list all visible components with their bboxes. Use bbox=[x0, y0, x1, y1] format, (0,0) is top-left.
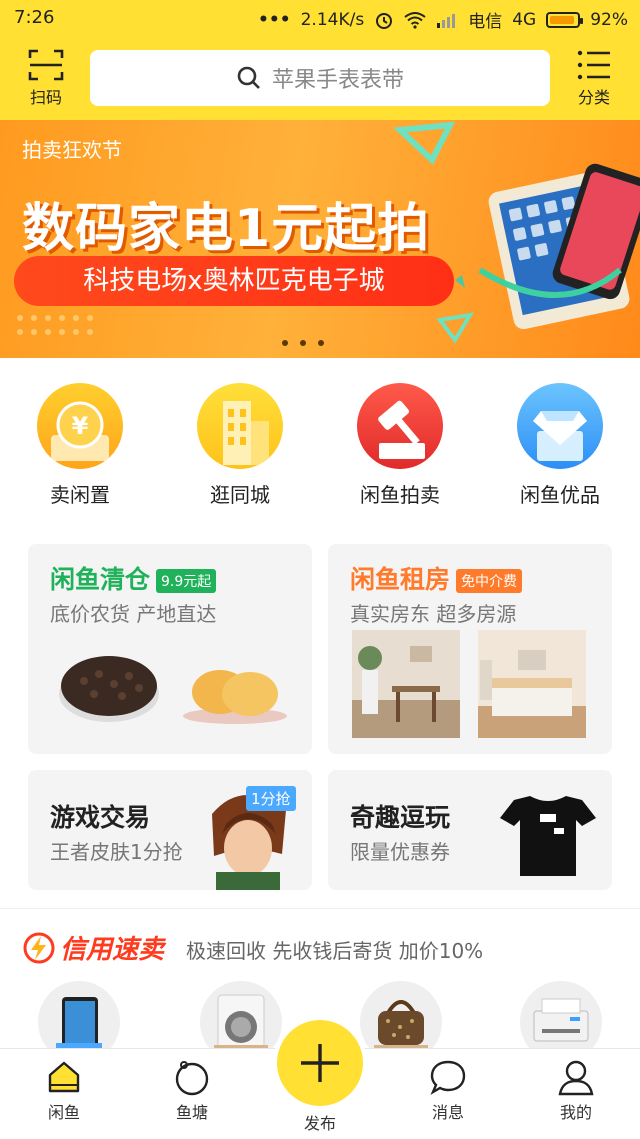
signal-icon bbox=[437, 13, 456, 28]
card-title-text: 闲鱼清仓 bbox=[50, 565, 151, 594]
category-label: 分类 bbox=[577, 88, 610, 107]
promo-banner[interactable]: 拍卖狂欢节 数码家电1元起拍 科技电场x奥林匹克电子城 bbox=[0, 120, 640, 358]
tshirt-image bbox=[500, 796, 596, 876]
banner-subtitle: 拍卖狂欢节 bbox=[22, 138, 122, 162]
network-speed: 2.14K/s bbox=[300, 9, 365, 30]
category-button[interactable]: 分类 bbox=[564, 44, 624, 108]
battery-icon bbox=[546, 11, 584, 28]
plus-icon bbox=[301, 1044, 339, 1082]
card-title-text: 闲鱼租房 bbox=[350, 565, 451, 594]
card-fun[interactable]: 奇趣逗玩 限量优惠券 bbox=[328, 770, 612, 890]
scan-label: 扫码 bbox=[29, 88, 62, 107]
lightning-icon bbox=[23, 932, 55, 964]
scan-icon bbox=[28, 49, 64, 81]
tab-label: 消息 bbox=[431, 1103, 464, 1122]
tab-label: 鱼塘 bbox=[175, 1103, 208, 1122]
card-games[interactable]: 游戏交易 王者皮肤1分抢 1分抢 bbox=[28, 770, 312, 890]
yen-icon: ¥ bbox=[37, 383, 123, 469]
banner-tagline: 科技电场x奥林匹克电子城 bbox=[14, 256, 454, 306]
scan-button[interactable]: 扫码 bbox=[16, 44, 76, 108]
user-icon bbox=[558, 1060, 594, 1096]
card-subtitle: 真实房东 超多房源 bbox=[350, 602, 517, 626]
pepper-bowl-image bbox=[59, 656, 159, 722]
card-badge: 免中介费 bbox=[456, 569, 523, 593]
status-time: 7:26 bbox=[14, 7, 55, 28]
card-badge: 1分抢 bbox=[246, 786, 296, 811]
diamond-icon bbox=[517, 383, 603, 469]
card-title: 闲鱼租房 免中介费 bbox=[350, 560, 523, 596]
card-clearance[interactable]: 闲鱼清仓 9.9元起 底价农货 产地直达 bbox=[28, 544, 312, 754]
card-title-text: 奇趣逗玩 bbox=[350, 803, 451, 832]
bedroom-photo-image bbox=[478, 630, 586, 738]
search-icon bbox=[237, 66, 260, 89]
tab-pond[interactable]: 鱼塘 bbox=[152, 1057, 232, 1123]
publish-label: 发布 bbox=[303, 1114, 336, 1133]
pager-dot bbox=[300, 340, 306, 346]
svg-text:¥: ¥ bbox=[72, 412, 89, 440]
search-placeholder: 苹果手表表带 bbox=[271, 68, 404, 93]
status-indicators: ••• 2.14K/s 电信 4G 92% bbox=[258, 7, 628, 33]
dried-fruit-image bbox=[183, 670, 287, 724]
pond-icon bbox=[175, 1061, 209, 1096]
quick-label: 逛同城 bbox=[210, 483, 270, 507]
tab-mine[interactable]: 我的 bbox=[536, 1057, 616, 1123]
card-subtitle: 底价农货 产地直达 bbox=[50, 602, 217, 626]
quick-local[interactable]: 逛同城 bbox=[180, 383, 300, 508]
card-title-text: 游戏交易 bbox=[50, 803, 151, 832]
card-title: 奇趣逗玩 bbox=[350, 798, 450, 834]
more-dots: ••• bbox=[258, 9, 291, 30]
pager-dot bbox=[318, 340, 324, 346]
tablet-illustration bbox=[478, 163, 640, 330]
message-icon bbox=[430, 1060, 466, 1095]
quick-label: 闲鱼拍卖 bbox=[360, 483, 440, 507]
quick-label: 闲鱼优品 bbox=[520, 483, 600, 507]
banner-title: 数码家电1元起拍 bbox=[22, 199, 431, 259]
list-icon bbox=[577, 50, 610, 80]
room-photo-image bbox=[352, 630, 460, 738]
battery-percent: 92% bbox=[590, 9, 628, 30]
home-icon bbox=[48, 1061, 80, 1093]
tab-home[interactable]: 闲鱼 bbox=[24, 1057, 104, 1123]
quick-sell-idle[interactable]: ¥ 卖闲置 bbox=[20, 383, 140, 508]
gavel-icon bbox=[357, 383, 443, 469]
tab-messages[interactable]: 消息 bbox=[408, 1057, 488, 1123]
card-badge: 9.9元起 bbox=[156, 569, 217, 593]
tab-label: 闲鱼 bbox=[47, 1103, 80, 1122]
quick-entries: ¥ 卖闲置 逛同城 闲鱼拍卖 闲鱼优品 bbox=[0, 358, 640, 528]
card-title: 游戏交易 bbox=[50, 798, 150, 834]
pager-dot bbox=[282, 340, 288, 346]
banner-pager bbox=[282, 340, 324, 346]
wifi-icon bbox=[404, 11, 426, 29]
quick-premium[interactable]: 闲鱼优品 bbox=[500, 383, 620, 508]
building-icon bbox=[197, 383, 283, 469]
alarm-icon bbox=[376, 12, 393, 29]
status-bar: 7:26 ••• 2.14K/s 电信 4G 92% bbox=[0, 0, 640, 38]
card-subtitle: 限量优惠券 bbox=[350, 840, 450, 864]
publish-button[interactable] bbox=[277, 1020, 363, 1106]
credit-description: 极速回收 先收钱后寄货 加价10% bbox=[186, 939, 484, 963]
search-bar[interactable]: 苹果手表表带 bbox=[90, 50, 550, 106]
card-rental[interactable]: 闲鱼租房 免中介费 真实房东 超多房源 bbox=[328, 544, 612, 754]
quick-auction[interactable]: 闲鱼拍卖 bbox=[340, 383, 460, 508]
credit-logo-text: 信用速卖 bbox=[60, 935, 165, 965]
feature-cards: 闲鱼清仓 9.9元起 底价农货 产地直达 闲鱼租房 免中介费 真实房东 超多房源 游… bbox=[0, 528, 640, 908]
quick-label: 卖闲置 bbox=[50, 483, 110, 507]
tab-label: 我的 bbox=[559, 1103, 592, 1122]
card-subtitle: 王者皮肤1分抢 bbox=[50, 840, 183, 864]
top-header: 扫码 苹果手表表带 分类 bbox=[0, 38, 640, 120]
network-type: 4G bbox=[512, 9, 537, 30]
card-title: 闲鱼清仓 9.9元起 bbox=[50, 560, 217, 596]
carrier-name: 电信 bbox=[468, 12, 503, 32]
